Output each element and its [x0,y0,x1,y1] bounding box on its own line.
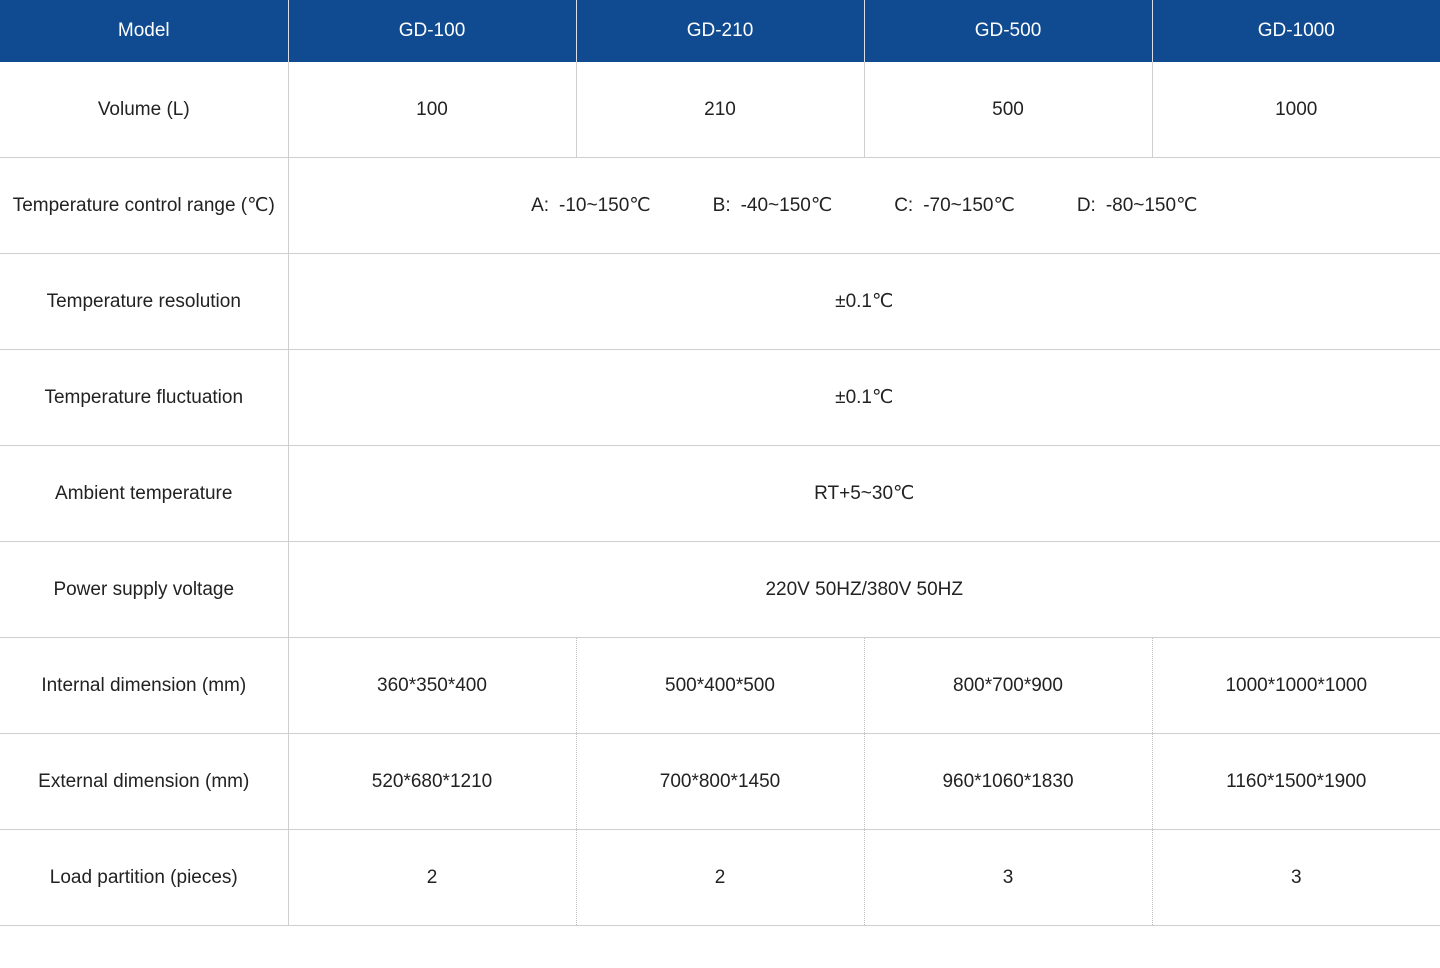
row-label: Ambient temperature [0,445,289,542]
table-cell-merged: A: -10~150℃ B: -40~150℃ C: -70~150℃ D: -80~1… [287,157,1440,254]
range-option-value: -40~150℃ [740,195,833,216]
table-cell: 520*680*1210 [287,733,576,830]
table-cell: 1160*1500*1900 [1151,733,1440,830]
range-option-value: -10~150℃ [559,195,651,216]
temperature-range-options: A: -10~150℃ B: -40~150℃ C: -70~150℃ D: -80~1… [289,194,1440,217]
row-label: Temperature resolution [0,253,289,350]
table-cell-merged: ±0.1℃ [287,253,1440,350]
row-external-dimension: External dimension (mm) 520*680*1210 700… [0,733,1440,830]
table-cell: 500*400*500 [575,637,864,734]
table-cell: 3 [863,829,1152,926]
table-cell: 210 [575,62,864,158]
table-cell-merged: RT+5~30℃ [287,445,1440,542]
row-temperature-fluctuation: Temperature fluctuation ±0.1℃ [0,349,1440,446]
row-load-partition: Load partition (pieces) 2 2 3 3 [0,829,1440,926]
range-option-key: B: [712,195,731,216]
table-cell: 3 [1151,829,1440,926]
table-cell: 960*1060*1830 [863,733,1152,830]
table-cell-merged: ±0.1℃ [287,349,1440,446]
table-cell: 800*700*900 [863,637,1152,734]
row-label: Internal dimension (mm) [0,637,289,734]
spec-table: Model GD-100 GD-210 GD-500 GD-1000 Volum… [0,0,1440,926]
range-option-value: -80~150℃ [1105,195,1198,216]
row-label: Temperature fluctuation [0,349,289,446]
range-option-key: A: [531,195,550,216]
header-gd-210: GD-210 [575,0,864,62]
range-option-d: D: -80~150℃ [1077,194,1198,217]
table-cell: 360*350*400 [287,637,576,734]
header-gd-500: GD-500 [863,0,1152,62]
range-option-c: C: -70~150℃ [894,194,1015,217]
range-option-key: D: [1076,195,1096,216]
range-option-a: A: -10~150℃ [531,194,651,217]
row-label: Temperature control range (℃) [0,157,289,254]
header-row: Model GD-100 GD-210 GD-500 GD-1000 [0,0,1440,62]
row-label: Power supply voltage [0,541,289,638]
header-model: Model [0,0,288,62]
table-cell: 2 [287,829,576,926]
table-cell: 500 [863,62,1152,158]
table-cell: 1000*1000*1000 [1151,637,1440,734]
table-cell: 1000 [1151,62,1440,158]
row-ambient-temperature: Ambient temperature RT+5~30℃ [0,445,1440,542]
row-label: Load partition (pieces) [0,829,289,926]
header-gd-100: GD-100 [287,0,576,62]
row-volume: Volume (L) 100 210 500 1000 [0,62,1440,158]
table-cell: 2 [575,829,864,926]
row-temperature-resolution: Temperature resolution ±0.1℃ [0,253,1440,350]
row-label: Volume (L) [0,62,289,158]
range-option-value: -70~150℃ [923,195,1015,216]
row-internal-dimension: Internal dimension (mm) 360*350*400 500*… [0,637,1440,734]
range-option-b: B: -40~150℃ [713,194,833,217]
table-cell: 100 [287,62,576,158]
range-option-key: C: [894,195,914,216]
row-label: External dimension (mm) [0,733,289,830]
header-gd-1000: GD-1000 [1151,0,1440,62]
table-cell: 700*800*1450 [575,733,864,830]
table-cell-merged: 220V 50HZ/380V 50HZ [287,541,1440,638]
row-temperature-control-range: Temperature control range (℃) A: -10~150℃… [0,157,1440,254]
row-power-supply-voltage: Power supply voltage 220V 50HZ/380V 50HZ [0,541,1440,638]
